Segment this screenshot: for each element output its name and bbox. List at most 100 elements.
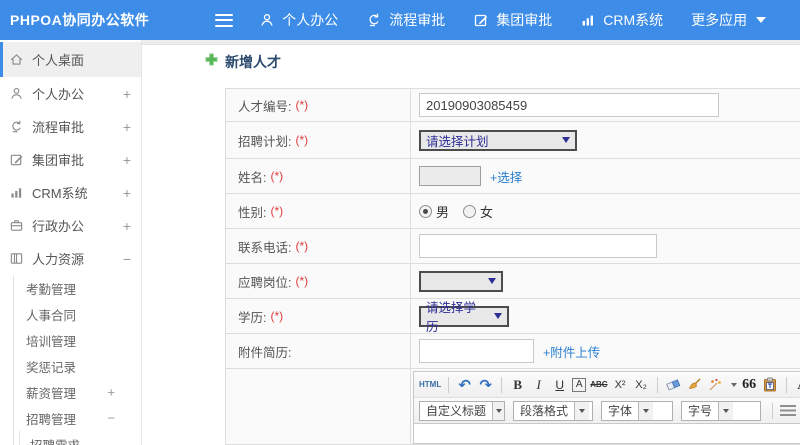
sidebar-item-label: 招聘管理 [26,412,77,427]
sidebar-item-recruit-demand[interactable]: 招聘需求 [20,431,141,445]
bold-button[interactable]: B [509,375,526,395]
hr-submenu: 考勤管理 人事合同 培训管理 奖惩记录 薪资管理 + 招聘管理 − 招聘需求 [13,275,141,445]
sidebar-item-attendance[interactable]: 考勤管理 [14,275,141,301]
font-family-select[interactable]: 字体 [601,400,673,421]
nav-crm-system[interactable]: CRM系统 [580,10,663,30]
auto-typeset-icon[interactable] [707,375,724,395]
choose-link[interactable]: +选择 [490,167,522,186]
divider [785,376,787,393]
name-label: 姓名: (*) [226,159,411,194]
post-cell [411,264,800,299]
nav-label: CRM系统 [603,12,664,28]
sidebar-item-hr-contract[interactable]: 人事合同 [14,301,141,327]
resume-cell: +附件上传 [411,334,800,369]
required-marker: (*) [295,133,309,147]
select-arrow-icon [492,401,504,420]
italic-button[interactable]: I [530,375,547,395]
plan-cell: 请选择计划 [411,122,800,159]
sidebar-item-desktop[interactable]: 个人桌面 [0,42,141,77]
nav-group-approval[interactable]: 集团审批 [473,10,552,30]
expand-icon[interactable]: + [123,86,131,102]
app-logo: PHPOA协同办公软件 [10,12,150,28]
eraser-icon[interactable] [665,375,682,395]
paste-icon[interactable] [762,375,779,395]
align-left-icon[interactable] [780,405,796,416]
select-arrow-icon [562,137,570,143]
sidebar-item-salary[interactable]: 薪资管理 + [14,379,141,405]
collapse-icon[interactable]: − [123,251,131,267]
gender-female-label: 女 [480,204,494,220]
sidebar-item-personal-office[interactable]: 个人办公 + [0,77,141,110]
gender-label: 性别: (*) [226,194,411,229]
paragraph-format-select[interactable]: 段落格式 [513,400,593,421]
name-input[interactable] [419,166,481,186]
talent-no-input[interactable] [419,93,719,117]
radio-icon[interactable] [463,204,477,218]
font-color-button[interactable]: A [794,375,800,395]
required-marker: (*) [295,98,309,112]
bar-chart-icon [580,12,596,28]
redo-button[interactable]: ↷ [477,375,494,395]
home-icon [9,52,24,67]
plan-select[interactable]: 请选择计划 [419,129,577,151]
sidebar-item-label: 个人桌面 [32,53,85,68]
sidebar-item-label: 行政办公 [32,219,85,234]
format-brush-icon[interactable] [686,375,703,395]
resume-input[interactable] [419,339,534,363]
menu-toggle-icon[interactable] [215,13,234,27]
nav-label: 更多应用 [691,12,748,28]
education-select[interactable]: 请选择学历 [419,301,509,334]
talent-no-label: 人才编号: (*) [226,89,411,122]
collapse-icon[interactable]: − [107,411,115,426]
sidebar-item-hr[interactable]: 人力资源 − [0,242,141,275]
undo-button[interactable]: ↶ [456,375,473,395]
expand-icon[interactable]: + [123,152,131,168]
user-icon [259,12,275,28]
editor-toolbar-row1: HTML ↶ ↷ B I U A ABC X² X₂ 66 [414,372,800,398]
nav-label: 集团审批 [496,12,553,28]
editor-content-area[interactable] [414,424,800,443]
post-select[interactable] [419,270,503,292]
select-arrow-icon [574,401,590,420]
attachment-upload-link[interactable]: +附件上传 [543,342,600,361]
required-marker: (*) [295,239,309,253]
superscript-button[interactable]: X² [612,375,629,395]
post-label: 应聘岗位: (*) [226,264,411,299]
required-marker: (*) [270,204,284,218]
top-bar: PHPOA协同办公软件 个人办公 流程审批 集团审批 CRM系统 更多应用 [0,0,800,40]
html-source-button[interactable]: HTML [419,375,441,395]
nav-personal-office[interactable]: 个人办公 [259,10,338,30]
custom-title-select[interactable]: 自定义标题 [419,400,505,421]
sidebar-item-label: 集团审批 [32,153,85,168]
expand-icon[interactable]: + [123,185,131,201]
sidebar-item-training[interactable]: 培训管理 [14,327,141,353]
expand-icon[interactable]: + [123,218,131,234]
subscript-button[interactable]: X₂ [633,375,650,395]
sidebar-item-admin-office[interactable]: 行政办公 + [0,209,141,242]
dropdown-caret-icon[interactable] [730,382,737,387]
phone-input[interactable] [419,234,657,258]
sidebar-item-rewards[interactable]: 奖惩记录 [14,353,141,379]
gender-male-option[interactable]: 男 [419,202,449,221]
sidebar-item-crm[interactable]: CRM系统 + [0,176,141,209]
book-icon [9,251,24,266]
gender-female-option[interactable]: 女 [463,202,493,221]
main-content: 新增人才 人才编号: (*) 招聘计划: (*) 请选择计划 姓名: (*) [142,40,800,445]
radio-checked-icon[interactable] [419,204,432,218]
underline-button[interactable]: U [551,375,568,395]
expand-icon[interactable]: + [107,385,115,400]
border-button[interactable]: A [572,377,587,392]
nav-workflow-approval[interactable]: 流程审批 [366,10,445,30]
strikethrough-button[interactable]: ABC [590,375,607,395]
nav-more-apps[interactable]: 更多应用 [691,10,767,30]
blockquote-button[interactable]: 66 [741,375,758,395]
sidebar-item-group-approval[interactable]: 集团审批 + [0,143,141,176]
sidebar-item-recruiting[interactable]: 招聘管理 − [14,405,141,431]
gender-male-label: 男 [436,204,450,220]
divider [448,376,450,393]
font-size-select[interactable]: 字号 [681,400,761,421]
sidebar-item-workflow-approval[interactable]: 流程审批 + [0,110,141,143]
recruiting-submenu: 招聘需求 [19,431,141,445]
workflow-icon [366,12,382,28]
expand-icon[interactable]: + [123,119,131,135]
